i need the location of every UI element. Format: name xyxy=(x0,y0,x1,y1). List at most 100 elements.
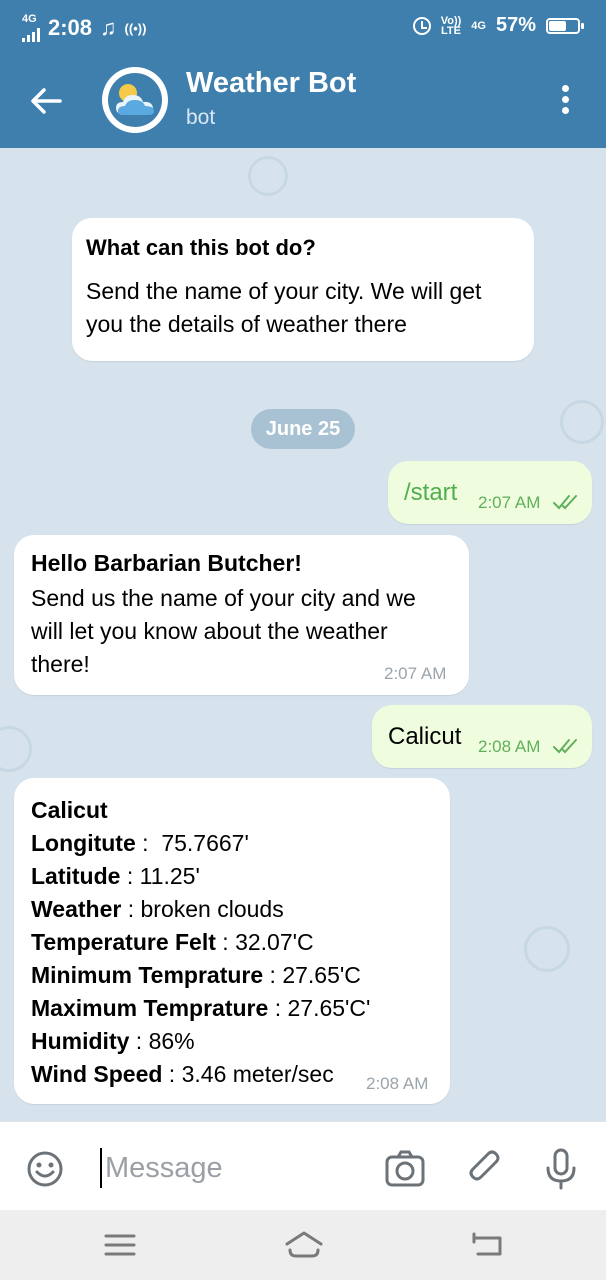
weather-detail-label: Minimum Temprature xyxy=(31,962,264,988)
status-right: Vo)) LTE 4G 57% xyxy=(412,14,584,37)
message-input-bar xyxy=(0,1121,606,1211)
weather-detail-separator: : xyxy=(120,863,140,889)
home-nav-icon xyxy=(285,1231,323,1258)
chat-subtitle: bot xyxy=(186,106,216,129)
chat-area[interactable]: What can this bot do? Send the name of y… xyxy=(0,148,606,1121)
voice-button[interactable] xyxy=(540,1148,582,1190)
home-button[interactable] xyxy=(284,1228,324,1262)
weather-detail-separator: : xyxy=(268,995,288,1021)
weather-detail-row: Weather : broken clouds xyxy=(31,893,370,926)
camera-icon xyxy=(385,1150,425,1187)
message-line: will let you know about the weather xyxy=(31,618,388,644)
attach-button[interactable] xyxy=(464,1148,506,1190)
message-line: there! xyxy=(31,651,90,677)
background-doodle xyxy=(560,400,604,444)
weather-detail-separator: : xyxy=(215,929,236,955)
volte-label: Vo)) xyxy=(440,14,462,27)
mic-icon xyxy=(546,1148,576,1190)
message-text: /start xyxy=(404,479,458,506)
weather-detail-label: Humidity xyxy=(31,1028,130,1054)
weather-detail-value: 86% xyxy=(148,1028,195,1054)
weather-detail-value: broken clouds xyxy=(140,896,284,922)
weather-detail-row: Temperature Felt : 32.07'C xyxy=(31,926,370,959)
music-note-icon: ♫ xyxy=(100,15,117,40)
weather-detail-row: Latitude : 11.25' xyxy=(31,860,370,893)
battery-icon xyxy=(546,17,584,34)
message-line: Hello Barbarian Butcher! xyxy=(31,550,302,576)
date-chip: June 25 xyxy=(251,409,355,449)
weather-cloud-icon xyxy=(116,84,154,115)
bot-info-line: Send the name of your city. We will get xyxy=(86,278,482,304)
back-nav-button[interactable] xyxy=(468,1228,508,1262)
status-time: 2:08 xyxy=(48,15,93,40)
weather-detail-separator: : xyxy=(121,896,141,922)
bot-info-heading: What can this bot do? xyxy=(86,235,316,260)
message-time: 2:07 AM xyxy=(478,493,541,512)
camera-button[interactable] xyxy=(384,1148,426,1190)
outgoing-message[interactable]: Calicut 2:08 AM xyxy=(372,705,592,768)
avatar[interactable] xyxy=(102,67,168,133)
weather-rows: Longitute : 75.7667' Latitude : 11.25' Wea… xyxy=(31,827,370,1091)
weather-detail-value: 32.07'C xyxy=(235,929,314,955)
weather-detail-label: Latitude xyxy=(31,863,121,889)
battery-percent: 57% xyxy=(495,14,536,36)
weather-detail-value: 27.65'C xyxy=(282,962,361,988)
weather-detail-row: Longitute : 75.7667' xyxy=(31,827,370,860)
double-check-icon xyxy=(553,495,577,510)
weather-city: Calicut xyxy=(31,797,108,823)
weather-detail-row: Minimum Temprature : 27.65'C xyxy=(31,959,370,992)
weather-detail-label: Wind Speed xyxy=(31,1061,163,1087)
weather-report-message[interactable]: Calicut Longitute : 75.7667' Latitude : 1… xyxy=(14,778,450,1104)
chat-title[interactable]: Weather Bot xyxy=(186,67,356,100)
weather-detail-value: 75.7667' xyxy=(161,830,249,856)
background-doodle xyxy=(248,156,288,196)
weather-detail-separator: : xyxy=(263,962,283,988)
alarm-icon xyxy=(412,16,431,35)
weather-detail-value: 11.25' xyxy=(139,863,200,889)
network2-label: 4G xyxy=(471,19,486,32)
message-input[interactable] xyxy=(103,1144,367,1192)
weather-detail-separator: : xyxy=(129,1028,149,1054)
network-label: 4G xyxy=(22,13,37,25)
background-doodle xyxy=(524,926,570,972)
emoji-button[interactable] xyxy=(26,1150,64,1188)
double-check-icon xyxy=(553,739,577,754)
weather-detail-value: 27.65'C' xyxy=(287,995,371,1021)
more-vert-icon xyxy=(552,85,578,114)
weather-detail-row: Maximum Temprature : 27.65'C' xyxy=(31,992,370,1025)
network-icon: 4G xyxy=(22,14,40,42)
weather-detail-label: Maximum Temprature xyxy=(31,995,269,1021)
message-time: 2:07 AM xyxy=(384,664,447,683)
message-line: Send us the name of your city and we xyxy=(31,585,416,611)
emoji-icon xyxy=(27,1151,63,1187)
back-button[interactable] xyxy=(26,83,66,119)
weather-detail-label: Temperature Felt xyxy=(31,929,216,955)
message-time: 2:08 AM xyxy=(478,737,541,756)
weather-detail-label: Longitute xyxy=(31,830,136,856)
message-text: Calicut xyxy=(388,723,462,750)
weather-detail-label: Weather xyxy=(31,896,122,922)
text-cursor xyxy=(100,1148,102,1188)
back-nav-icon xyxy=(472,1232,502,1256)
message-time: 2:08 AM xyxy=(366,1074,429,1093)
more-options-button[interactable] xyxy=(552,85,578,119)
recents-button[interactable] xyxy=(100,1228,140,1262)
recents-nav-icon xyxy=(104,1234,136,1256)
weather-detail-separator: : xyxy=(135,830,162,856)
chat-header: Weather Bot bot xyxy=(0,55,606,148)
hotspot-icon: ((•)) xyxy=(124,20,147,36)
weather-detail-value: 3.46 meter/sec xyxy=(181,1061,334,1087)
system-nav-bar xyxy=(0,1210,606,1280)
bot-info-line: you the details of weather there xyxy=(86,311,407,337)
background-doodle xyxy=(0,726,32,772)
outgoing-message[interactable]: /start 2:07 AM xyxy=(388,461,592,524)
status-left: 4G 2:08 ♫ ((•)) xyxy=(22,14,146,42)
back-arrow-icon xyxy=(31,88,62,114)
weather-detail-row: Humidity : 86% xyxy=(31,1025,370,1058)
bot-info-card: What can this bot do? Send the name of y… xyxy=(72,218,534,361)
incoming-message[interactable]: Hello Barbarian Butcher! Send us the nam… xyxy=(14,535,469,695)
weather-detail-separator: : xyxy=(162,1061,182,1087)
weather-detail-row: Wind Speed : 3.46 meter/sec xyxy=(31,1058,370,1091)
volte-indicator: Vo)) LTE xyxy=(440,14,462,36)
status-bar: 4G 2:08 ♫ ((•)) Vo)) LTE 4G 57% xyxy=(0,0,606,55)
